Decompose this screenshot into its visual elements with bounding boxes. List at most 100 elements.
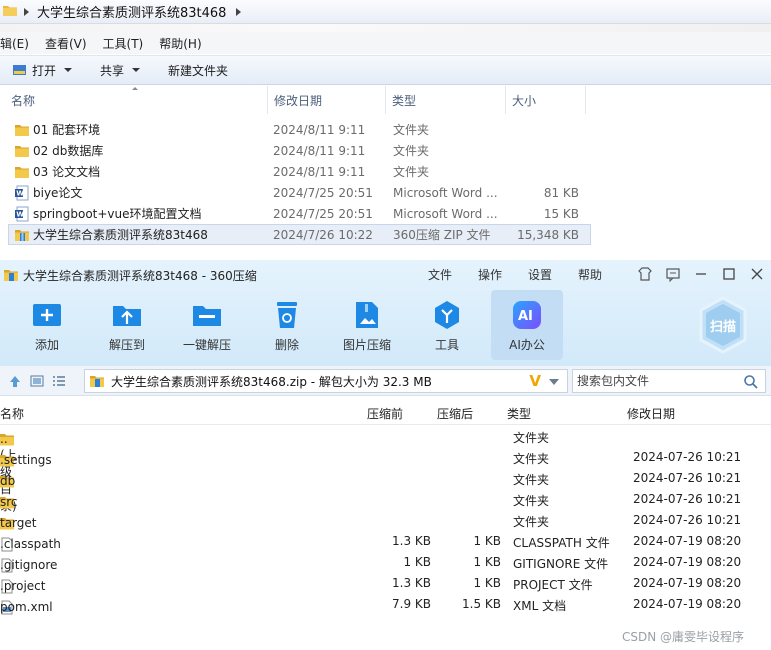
explorer-address-bar[interactable]: 大学生综合素质测评系统83t468 [0, 0, 771, 24]
delete-label: 删除 [274, 338, 299, 352]
share-button[interactable]: 共享 [94, 59, 146, 81]
open-dropdown-icon[interactable] [64, 68, 73, 72]
breadcrumb-current[interactable]: 大学生综合素质测评系统83t468 [37, 2, 226, 21]
file-type: 文件夹 [393, 165, 430, 179]
column-size-label: 大小 [512, 93, 537, 108]
zip-ribbon: 大学生综合素质测评系统83t468 - 360压缩 文件 操作 设置 帮助 添加… [0, 260, 771, 366]
menu-help[interactable]: 帮助(H) [159, 35, 201, 52]
archive-item-after: 1 KB [473, 534, 501, 548]
archive-row[interactable]: pom.xml 7.9 KB 1.5 KB XML 文档 2024-07-19 … [0, 594, 771, 615]
archive-row[interactable]: .settings 文件夹 2024-07-26 10:21 [0, 447, 771, 468]
column-size[interactable]: 大小 [506, 86, 586, 114]
column-name[interactable]: 名称 [0, 405, 24, 422]
archive-row[interactable]: .project 1.3 KB 1 KB PROJECT 文件 2024-07-… [0, 573, 771, 594]
close-icon[interactable] [749, 266, 765, 282]
add-button[interactable]: 添加 [12, 290, 82, 360]
zip-menu-settings[interactable]: 设置 [528, 266, 552, 283]
column-after[interactable]: 压缩后 [437, 405, 473, 422]
archive-item-type: XML 文档 [513, 599, 567, 613]
new-folder-label: 新建文件夹 [168, 63, 229, 78]
tools-button[interactable]: 工具 [412, 290, 482, 360]
menu-view[interactable]: 查看(V) [45, 35, 87, 52]
column-type[interactable]: 类型 [507, 405, 531, 422]
ai-office-button[interactable]: AI AI办公 [491, 290, 563, 360]
image-compress-label: 图片压缩 [342, 338, 391, 352]
skin-icon[interactable] [637, 266, 653, 282]
archive-row[interactable]: db 文件夹 2024-07-26 10:21 [0, 468, 771, 489]
archive-search-box[interactable] [572, 369, 766, 393]
zip-menu-help[interactable]: 帮助 [578, 266, 602, 283]
share-dropdown-icon[interactable] [132, 68, 141, 72]
menu-edit[interactable]: 辑(E) [0, 35, 29, 52]
word-icon: W [14, 206, 30, 222]
archive-row[interactable]: .gitignore 1 KB 1 KB GITIGNORE 文件 2024-0… [0, 552, 771, 573]
file-date: 2024/8/11 9:11 [273, 164, 366, 179]
image-compress-button[interactable]: 图片压缩 [332, 290, 402, 360]
delete-button[interactable]: 删除 [252, 290, 322, 360]
file-row-selected[interactable]: 大学生综合素质测评系统83t468 2024/7/26 10:22 360压缩 … [8, 224, 591, 245]
zip-menu-operate[interactable]: 操作 [478, 266, 502, 283]
search-icon[interactable] [743, 374, 759, 393]
archive-path-bar[interactable]: 大学生综合素质测评系统83t468.zip - 解包大小为 32.3 MB V [84, 369, 568, 393]
archive-item-date: 2024-07-19 08:20 [633, 597, 742, 611]
path-dropdown-icon[interactable] [549, 379, 559, 385]
archive-row[interactable]: .classpath 1.3 KB 1 KB CLASSPATH 文件 2024… [0, 531, 771, 552]
zip-app-icon [3, 267, 19, 283]
feedback-icon[interactable] [665, 266, 681, 282]
share-label: 共享 [100, 63, 125, 78]
svg-text:W: W [16, 189, 24, 197]
archive-search-input[interactable] [577, 374, 737, 388]
file-row[interactable]: 02 db数据库 2024/8/11 9:11 文件夹 [0, 140, 771, 161]
zip-menu-file[interactable]: 文件 [428, 266, 452, 283]
delete-icon [270, 298, 304, 332]
one-click-extract-button[interactable]: 一键解压 [172, 290, 242, 360]
archive-row[interactable]: .. (上级目录) 文件夹 [0, 426, 771, 513]
column-date[interactable]: 修改日期 [268, 86, 386, 114]
zip-window: 大学生综合素质测评系统83t468 - 360压缩 文件 操作 设置 帮助 添加… [0, 260, 771, 650]
file-name: biye论文 [33, 186, 83, 200]
column-type[interactable]: 类型 [386, 86, 506, 114]
archive-item-date: 2024-07-26 10:21 [633, 492, 742, 506]
explorer-toolbar: 打开 共享 新建文件夹 [0, 55, 771, 85]
file-row[interactable]: 03 论文文档 2024/8/11 9:11 文件夹 [0, 161, 771, 182]
minimize-icon[interactable] [693, 266, 709, 282]
archive-item-type: 文件夹 [513, 431, 550, 445]
folder-icon [14, 143, 30, 159]
file-name: 01 配套环境 [33, 123, 101, 137]
up-arrow-icon[interactable] [8, 374, 24, 388]
open-button[interactable]: 打开 [6, 59, 78, 81]
column-before[interactable]: 压缩前 [367, 405, 403, 422]
scan-button[interactable]: 扫描 [697, 296, 749, 354]
archive-item-before: 1 KB [403, 555, 431, 569]
file-name: 02 db数据库 [33, 144, 104, 158]
zip-toolbar: 添加 解压到 一键解压 删除 图片压缩 工具 AI AI办公 [0, 290, 771, 362]
breadcrumb-separator-icon[interactable] [24, 7, 29, 16]
tools-icon [430, 298, 464, 332]
file-date: 2024/8/11 9:11 [273, 143, 366, 158]
menu-tools[interactable]: 工具(T) [103, 35, 144, 52]
extract-to-icon [110, 298, 144, 332]
archive-row[interactable]: src 文件夹 2024-07-26 10:21 [0, 489, 771, 510]
thumbnail-view-icon[interactable] [30, 374, 46, 388]
one-click-extract-label: 一键解压 [182, 338, 231, 352]
file-row[interactable]: 01 配套环境 2024/8/11 9:11 文件夹 [0, 119, 771, 140]
breadcrumb-chevron-icon[interactable] [236, 7, 242, 16]
file-size: 81 KB [543, 185, 579, 200]
archive-row[interactable]: target 文件夹 2024-07-26 10:21 [0, 510, 771, 531]
file-row[interactable]: Wspringboot+vue环境配置文档 2024/7/25 20:51 Mi… [0, 203, 771, 224]
zip-nav-bar: 大学生综合素质测评系统83t468.zip - 解包大小为 32.3 MB V [0, 366, 771, 396]
archive-item-name: .project [0, 579, 46, 593]
new-folder-button[interactable]: 新建文件夹 [162, 59, 234, 81]
extract-to-button[interactable]: 解压到 [92, 290, 162, 360]
archive-item-date: 2024-07-19 08:20 [633, 534, 742, 548]
file-type: 文件夹 [393, 123, 430, 137]
column-name[interactable]: 名称 [0, 86, 268, 114]
explorer-column-header: 名称 修改日期 类型 大小 [0, 86, 771, 114]
open-icon [12, 62, 28, 78]
maximize-icon[interactable] [721, 266, 737, 282]
column-date[interactable]: 修改日期 [627, 405, 675, 422]
file-date: 2024/8/11 9:11 [273, 122, 366, 137]
file-row[interactable]: Wbiye论文 2024/7/25 20:51 Microsoft Word .… [0, 182, 771, 203]
archive-item-type: 文件夹 [513, 515, 550, 529]
list-view-icon[interactable] [52, 374, 68, 388]
